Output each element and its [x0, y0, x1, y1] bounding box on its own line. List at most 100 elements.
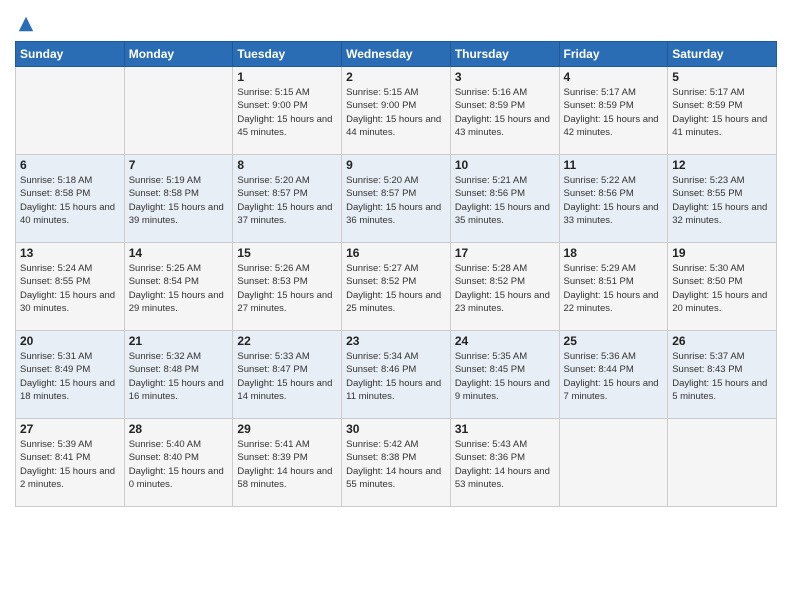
day-number: 3 [455, 70, 555, 84]
day-cell: 10 Sunrise: 5:21 AM Sunset: 8:56 PM Dayli… [450, 155, 559, 243]
day-number: 30 [346, 422, 446, 436]
day-cell: 24 Sunrise: 5:35 AM Sunset: 8:45 PM Dayli… [450, 331, 559, 419]
day-cell: 18 Sunrise: 5:29 AM Sunset: 8:51 PM Dayli… [559, 243, 668, 331]
logo [15, 15, 35, 31]
day-number: 4 [564, 70, 664, 84]
day-info: Sunrise: 5:24 AM Sunset: 8:55 PM Dayligh… [20, 262, 120, 315]
day-cell: 3Sunrise: 5:16 AM Sunset: 8:59 PM Daylig… [450, 67, 559, 155]
day-number: 28 [129, 422, 229, 436]
day-cell: 4Sunrise: 5:17 AM Sunset: 8:59 PM Daylig… [559, 67, 668, 155]
day-cell: 30 Sunrise: 5:42 AM Sunset: 8:38 PM Dayli… [342, 419, 451, 507]
day-number: 24 [455, 334, 555, 348]
day-info: Sunrise: 5:15 AM Sunset: 9:00 PM Dayligh… [346, 86, 446, 139]
day-number: 31 [455, 422, 555, 436]
day-number: 20 [20, 334, 120, 348]
day-info: Sunrise: 5:26 AM Sunset: 8:53 PM Dayligh… [237, 262, 337, 315]
day-cell: 14 Sunrise: 5:25 AM Sunset: 8:54 PM Dayli… [124, 243, 233, 331]
day-info: Sunrise: 5:30 AM Sunset: 8:50 PM Dayligh… [672, 262, 772, 315]
day-number: 7 [129, 158, 229, 172]
day-number: 10 [455, 158, 555, 172]
day-info: Sunrise: 5:37 AM Sunset: 8:43 PM Dayligh… [672, 350, 772, 403]
day-info: Sunrise: 5:15 AM Sunset: 9:00 PM Dayligh… [237, 86, 337, 139]
day-number: 29 [237, 422, 337, 436]
day-info: Sunrise: 5:35 AM Sunset: 8:45 PM Dayligh… [455, 350, 555, 403]
week-row-5: 27Sunrise: 5:39 AM Sunset: 8:41 PM Dayli… [16, 419, 777, 507]
header [15, 15, 777, 31]
day-number: 11 [564, 158, 664, 172]
day-number: 21 [129, 334, 229, 348]
day-info: Sunrise: 5:22 AM Sunset: 8:56 PM Dayligh… [564, 174, 664, 227]
day-number: 5 [672, 70, 772, 84]
col-header-saturday: Saturday [668, 42, 777, 67]
day-cell [559, 419, 668, 507]
day-number: 9 [346, 158, 446, 172]
day-cell: 9 Sunrise: 5:20 AM Sunset: 8:57 PM Daylig… [342, 155, 451, 243]
day-info: Sunrise: 5:31 AM Sunset: 8:49 PM Dayligh… [20, 350, 120, 403]
page: SundayMondayTuesdayWednesdayThursdayFrid… [0, 0, 792, 612]
day-number: 12 [672, 158, 772, 172]
day-info: Sunrise: 5:25 AM Sunset: 8:54 PM Dayligh… [129, 262, 229, 315]
day-cell: 1 Sunrise: 5:15 AM Sunset: 9:00 PM Daylig… [233, 67, 342, 155]
day-info: Sunrise: 5:40 AM Sunset: 8:40 PM Dayligh… [129, 438, 229, 491]
day-info: Sunrise: 5:21 AM Sunset: 8:56 PM Dayligh… [455, 174, 555, 227]
day-cell: 2 Sunrise: 5:15 AM Sunset: 9:00 PM Daylig… [342, 67, 451, 155]
day-number: 25 [564, 334, 664, 348]
day-info: Sunrise: 5:18 AM Sunset: 8:58 PM Dayligh… [20, 174, 120, 227]
day-cell: 25 Sunrise: 5:36 AM Sunset: 8:44 PM Dayli… [559, 331, 668, 419]
day-cell: 22Sunrise: 5:33 AM Sunset: 8:47 PM Dayli… [233, 331, 342, 419]
day-number: 22 [237, 334, 337, 348]
day-info: Sunrise: 5:43 AM Sunset: 8:36 PM Dayligh… [455, 438, 555, 491]
day-cell: 11 Sunrise: 5:22 AM Sunset: 8:56 PM Dayli… [559, 155, 668, 243]
day-info: Sunrise: 5:29 AM Sunset: 8:51 PM Dayligh… [564, 262, 664, 315]
logo-icon [17, 15, 35, 33]
day-number: 14 [129, 246, 229, 260]
day-cell: 15 Sunrise: 5:26 AM Sunset: 8:53 PM Dayli… [233, 243, 342, 331]
col-header-thursday: Thursday [450, 42, 559, 67]
day-cell: 21 Sunrise: 5:32 AM Sunset: 8:48 PM Dayli… [124, 331, 233, 419]
day-cell: 28 Sunrise: 5:40 AM Sunset: 8:40 PM Dayli… [124, 419, 233, 507]
day-cell: 23 Sunrise: 5:34 AM Sunset: 8:46 PM Dayli… [342, 331, 451, 419]
day-info: Sunrise: 5:34 AM Sunset: 8:46 PM Dayligh… [346, 350, 446, 403]
day-info: Sunrise: 5:17 AM Sunset: 8:59 PM Dayligh… [672, 86, 772, 139]
day-number: 1 [237, 70, 337, 84]
col-header-wednesday: Wednesday [342, 42, 451, 67]
day-info: Sunrise: 5:27 AM Sunset: 8:52 PM Dayligh… [346, 262, 446, 315]
col-header-friday: Friday [559, 42, 668, 67]
day-info: Sunrise: 5:36 AM Sunset: 8:44 PM Dayligh… [564, 350, 664, 403]
day-cell: 31 Sunrise: 5:43 AM Sunset: 8:36 PM Dayli… [450, 419, 559, 507]
day-cell: 5 Sunrise: 5:17 AM Sunset: 8:59 PM Daylig… [668, 67, 777, 155]
day-number: 17 [455, 246, 555, 260]
day-cell: 8 Sunrise: 5:20 AM Sunset: 8:57 PM Daylig… [233, 155, 342, 243]
day-number: 26 [672, 334, 772, 348]
day-info: Sunrise: 5:32 AM Sunset: 8:48 PM Dayligh… [129, 350, 229, 403]
week-row-4: 20 Sunrise: 5:31 AM Sunset: 8:49 PM Dayli… [16, 331, 777, 419]
day-number: 13 [20, 246, 120, 260]
day-number: 2 [346, 70, 446, 84]
day-cell: 19 Sunrise: 5:30 AM Sunset: 8:50 PM Dayli… [668, 243, 777, 331]
week-row-2: 6 Sunrise: 5:18 AM Sunset: 8:58 PM Daylig… [16, 155, 777, 243]
day-cell: 17 Sunrise: 5:28 AM Sunset: 8:52 PM Dayli… [450, 243, 559, 331]
day-number: 27 [20, 422, 120, 436]
day-info: Sunrise: 5:28 AM Sunset: 8:52 PM Dayligh… [455, 262, 555, 315]
day-cell [16, 67, 125, 155]
day-number: 8 [237, 158, 337, 172]
day-info: Sunrise: 5:20 AM Sunset: 8:57 PM Dayligh… [346, 174, 446, 227]
col-header-tuesday: Tuesday [233, 42, 342, 67]
day-info: Sunrise: 5:41 AM Sunset: 8:39 PM Dayligh… [237, 438, 337, 491]
col-header-sunday: Sunday [16, 42, 125, 67]
day-number: 15 [237, 246, 337, 260]
day-number: 19 [672, 246, 772, 260]
day-info: Sunrise: 5:23 AM Sunset: 8:55 PM Dayligh… [672, 174, 772, 227]
day-cell: 7Sunrise: 5:19 AM Sunset: 8:58 PM Daylig… [124, 155, 233, 243]
day-number: 6 [20, 158, 120, 172]
day-cell: 29 Sunrise: 5:41 AM Sunset: 8:39 PM Dayli… [233, 419, 342, 507]
day-number: 23 [346, 334, 446, 348]
week-row-3: 13 Sunrise: 5:24 AM Sunset: 8:55 PM Dayli… [16, 243, 777, 331]
day-cell: 6 Sunrise: 5:18 AM Sunset: 8:58 PM Daylig… [16, 155, 125, 243]
day-info: Sunrise: 5:42 AM Sunset: 8:38 PM Dayligh… [346, 438, 446, 491]
day-cell: 27Sunrise: 5:39 AM Sunset: 8:41 PM Dayli… [16, 419, 125, 507]
calendar-table: SundayMondayTuesdayWednesdayThursdayFrid… [15, 41, 777, 507]
day-number: 18 [564, 246, 664, 260]
day-info: Sunrise: 5:20 AM Sunset: 8:57 PM Dayligh… [237, 174, 337, 227]
day-cell [124, 67, 233, 155]
